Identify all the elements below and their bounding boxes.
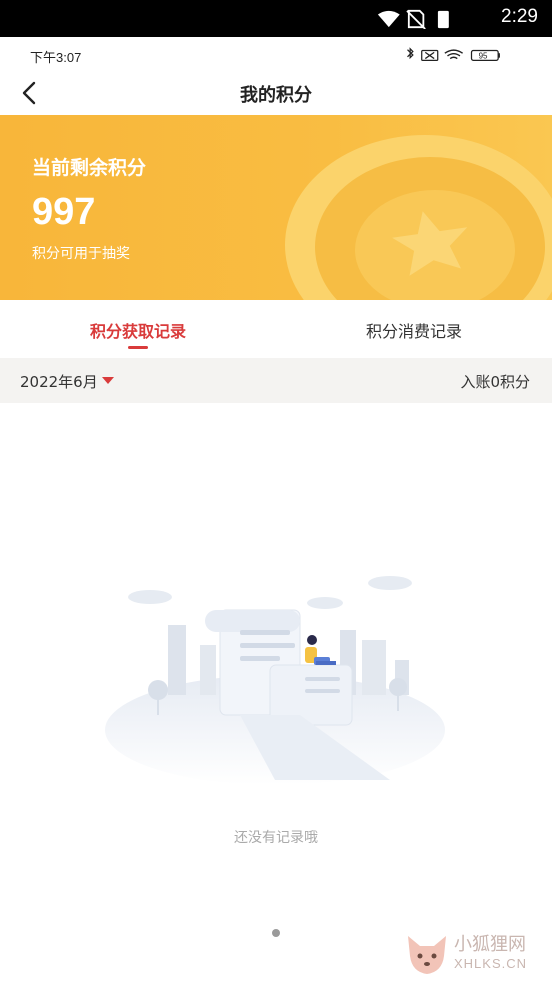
no-sim-icon bbox=[406, 9, 426, 29]
no-sim-icon bbox=[421, 49, 439, 61]
battery-level: 95 bbox=[479, 52, 488, 61]
income-summary: 入账0积分 bbox=[460, 373, 530, 391]
points-banner: 当前剩余积分 997 积分可用于抽奖 bbox=[0, 115, 552, 300]
wifi-icon bbox=[377, 10, 400, 28]
system-time: 2:29 bbox=[501, 6, 538, 27]
month-label: 2022年6月 bbox=[20, 373, 98, 391]
caret-down-icon bbox=[101, 377, 114, 384]
empty-state-message: 还没有记录哦 bbox=[234, 830, 318, 846]
filter-bar: 2022年6月 入账0积分 bbox=[0, 358, 552, 403]
wifi-icon bbox=[444, 49, 464, 60]
fox-logo-icon bbox=[408, 936, 446, 974]
points-label: 当前剩余积分 bbox=[32, 157, 147, 179]
battery-icon: 95 bbox=[470, 49, 500, 61]
tab-earn-records[interactable]: 积分获取记录 bbox=[0, 318, 276, 342]
page-title: 我的积分 bbox=[240, 85, 312, 106]
system-status-bar: 2:29 bbox=[0, 0, 552, 37]
inner-status-icons: 95 bbox=[407, 47, 500, 61]
bluetooth-icon bbox=[407, 47, 414, 60]
month-selector[interactable]: 2022年6月 bbox=[20, 371, 114, 392]
watermark-cn-text: 小狐狸网 bbox=[454, 934, 526, 955]
empty-state-illustration bbox=[105, 576, 445, 785]
active-tab-indicator bbox=[128, 346, 148, 349]
watermark-en-text: XHLKS.CN bbox=[454, 956, 528, 971]
inner-status-bar: 下午3:07 95 bbox=[0, 37, 552, 73]
battery-icon bbox=[437, 10, 449, 29]
page-indicator-dot bbox=[272, 929, 280, 937]
tab-spend-records[interactable]: 积分消费记录 bbox=[276, 318, 552, 342]
system-icons bbox=[377, 9, 449, 29]
points-value: 997 bbox=[32, 191, 96, 233]
inner-time: 下午3:07 bbox=[30, 50, 82, 65]
record-tabs: 积分获取记录 积分消费记录 bbox=[0, 300, 552, 358]
points-subtitle: 积分可用于抽奖 bbox=[32, 246, 130, 262]
page-header: 我的积分 bbox=[0, 73, 552, 115]
watermark: 小狐狸网 XHLKS.CN bbox=[404, 930, 544, 980]
coin-illustration bbox=[285, 135, 552, 300]
